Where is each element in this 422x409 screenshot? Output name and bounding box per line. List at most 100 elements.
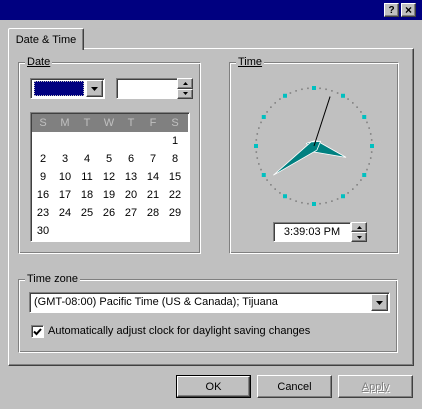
timezone-select[interactable]: (GMT-08:00) Pacific Time (US & Canada); … [29, 292, 390, 313]
chevron-down-icon [91, 86, 98, 91]
calendar-day[interactable]: 15 [164, 168, 186, 186]
calendar-day[interactable]: 27 [120, 204, 142, 222]
clock-minute-marker [270, 184, 272, 186]
calendar-day[interactable]: 9 [32, 168, 54, 186]
calendar-day[interactable]: 10 [54, 168, 76, 186]
clock-hour-marker [341, 93, 345, 98]
clock-minute-marker [258, 163, 260, 165]
calendar-day[interactable]: 25 [76, 204, 98, 222]
close-button[interactable]: × [401, 3, 416, 17]
clock-minute-marker [289, 198, 292, 200]
triangle-down-icon [356, 235, 362, 239]
weekday-header: W [103, 117, 115, 129]
calendar-day[interactable]: 13 [120, 168, 142, 186]
chevron-down-icon [376, 300, 383, 305]
timezone-dropdown-button[interactable] [371, 294, 388, 311]
triangle-up-icon [182, 81, 188, 85]
year-input[interactable] [116, 78, 178, 99]
calendar-day[interactable]: 2 [32, 150, 54, 168]
clock-hour-marker [341, 194, 345, 199]
calendar-day[interactable]: 29 [164, 204, 186, 222]
calendar-day[interactable]: 24 [54, 204, 76, 222]
clock-minute-marker [368, 163, 370, 165]
clock-minute-marker [319, 202, 321, 205]
calendar-day[interactable]: 12 [98, 168, 120, 186]
dst-checkbox-label[interactable]: Automatically adjust clock for daylight … [48, 325, 310, 337]
tab-label: Date & Time [15, 33, 77, 46]
help-button[interactable]: ? [384, 3, 399, 17]
calendar-day[interactable]: 6 [120, 150, 142, 168]
calendar-day[interactable]: 18 [76, 186, 98, 204]
clock-minute-marker [260, 121, 262, 124]
calendar-day[interactable]: 7 [142, 150, 164, 168]
clock-minute-marker [347, 98, 349, 100]
clock-minute-marker [258, 127, 260, 129]
calendar-day[interactable]: 17 [54, 186, 76, 204]
month-dropdown-button[interactable] [86, 80, 103, 97]
calendar-day[interactable]: 3 [54, 150, 76, 168]
weekday-header: T [83, 117, 91, 129]
calendar-day[interactable]: 26 [98, 204, 120, 222]
calendar-day[interactable]: 1 [164, 132, 186, 150]
clock-hour-marker [283, 93, 287, 98]
clock-minute-marker [331, 200, 333, 202]
clock-hour-marker [312, 202, 316, 206]
ok-button[interactable]: OK [176, 375, 251, 398]
date-group-label: Date [25, 56, 53, 69]
tab-date-time[interactable]: Date & Time [8, 28, 84, 50]
clock-hour-marker [312, 86, 316, 90]
clock-minute-marker [270, 106, 272, 108]
clock-minute-marker [360, 179, 362, 181]
ok-label: OK [205, 380, 222, 393]
year-spin-up[interactable] [177, 78, 193, 89]
year-spin-down[interactable] [177, 88, 193, 99]
clock-minute-marker [370, 151, 373, 153]
dst-checkbox[interactable] [31, 325, 44, 338]
clock-minute-marker [336, 92, 339, 94]
calendar-day[interactable]: 16 [32, 186, 54, 204]
time-input[interactable]: 3:39:03 PM [273, 222, 351, 242]
clock-minute-marker [307, 87, 309, 90]
calendar-day[interactable]: 4 [76, 150, 98, 168]
calendar-day[interactable]: 20 [120, 186, 142, 204]
clock-hour-marker [370, 144, 374, 148]
calendar-day[interactable]: 23 [32, 204, 54, 222]
clock-minute-hand [273, 140, 322, 176]
clock-hour-marker [254, 144, 258, 148]
apply-button[interactable]: Apply [338, 375, 413, 398]
cancel-label: Cancel [277, 380, 312, 393]
timezone-group-label: Time zone [25, 273, 80, 286]
clock-hour-marker [261, 173, 266, 177]
clock-second-hand [313, 96, 331, 147]
calendar-day[interactable]: 21 [142, 186, 164, 204]
clock-hour-marker [362, 115, 367, 119]
calendar-day[interactable]: 11 [76, 168, 98, 186]
time-spin-up[interactable] [351, 222, 367, 232]
calendar-day[interactable]: 5 [98, 150, 120, 168]
calendar-empty-cell [76, 132, 98, 150]
year-spinner[interactable] [177, 78, 193, 99]
calendar-day[interactable]: 30 [32, 222, 54, 240]
calendar-empty-cell [142, 132, 164, 150]
clock-minute-marker [336, 198, 339, 200]
timezone-value: (GMT-08:00) Pacific Time (US & Canada); … [34, 296, 278, 308]
calendar-day[interactable]: 14 [142, 168, 164, 186]
clock-hour-marker [283, 194, 287, 199]
time-spin-down[interactable] [351, 232, 367, 242]
clock-minute-marker [260, 168, 262, 171]
clock-hour-marker [362, 173, 367, 177]
calendar-day[interactable]: 8 [164, 150, 186, 168]
cancel-button[interactable]: Cancel [257, 375, 332, 398]
clock-minute-marker [255, 139, 258, 141]
calendar-day[interactable]: 22 [164, 186, 186, 204]
clock-minute-marker [274, 188, 276, 190]
calendar-day[interactable]: 28 [142, 204, 164, 222]
calendar-empty-cell [54, 132, 76, 150]
clock-minute-marker [347, 192, 349, 194]
calendar-empty-cell [98, 132, 120, 150]
time-spinner[interactable] [351, 222, 367, 242]
month-select[interactable] [30, 78, 105, 99]
close-icon: × [404, 3, 412, 17]
calendar-day[interactable]: 19 [98, 186, 120, 204]
title-bar: ? × [0, 0, 422, 20]
